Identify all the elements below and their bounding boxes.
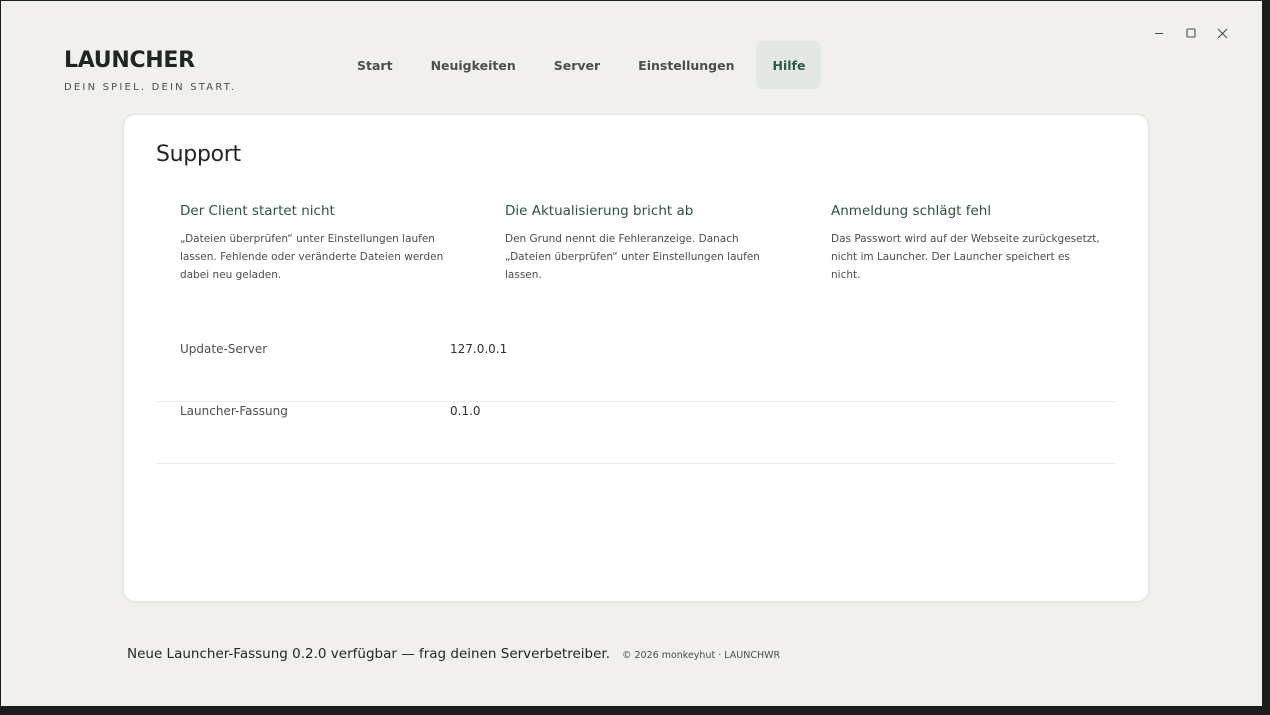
footer: Neue Launcher-Fassung 0.2.0 verfügbar — … (127, 646, 780, 662)
faq-item: Die Aktualisierung bricht ab Den Grund n… (505, 203, 775, 284)
tab-neuigkeiten[interactable]: Neuigkeiten (415, 41, 532, 89)
info-value: 127.0.0.1 (450, 342, 508, 356)
faq-item: Der Client startet nicht „Dateien überpr… (180, 203, 450, 284)
info-value: 0.1.0 (450, 404, 481, 418)
minimize-icon (1155, 33, 1163, 34)
support-card: Support Der Client startet nicht „Dateie… (123, 114, 1149, 602)
tab-server[interactable]: Server (538, 41, 616, 89)
minimize-button[interactable] (1148, 23, 1170, 43)
faq-question: Die Aktualisierung bricht ab (505, 203, 694, 219)
tab-start[interactable]: Start (341, 41, 409, 89)
info-label: Launcher-Fassung (180, 404, 288, 418)
faq-answer: Den Grund nennt die Fehleranzeige. Danac… (505, 233, 760, 281)
update-notice: Neue Launcher-Fassung 0.2.0 verfügbar — … (127, 646, 610, 662)
tab-einstellungen[interactable]: Einstellungen (622, 41, 750, 89)
close-icon (1217, 28, 1227, 38)
tab-hilfe[interactable]: Hilfe (756, 41, 822, 89)
page-title: Support (156, 142, 241, 167)
close-button[interactable] (1211, 23, 1233, 43)
brand: LAUNCHER DEIN SPIEL. DEIN START. (64, 47, 236, 93)
maximize-button[interactable] (1180, 23, 1202, 43)
info-row-update-server: Update-Server 127.0.0.1 (156, 339, 1116, 402)
faq-question: Der Client startet nicht (180, 203, 335, 219)
faq-question: Anmeldung schlägt fehl (831, 203, 992, 219)
faq-answer: Das Passwort wird auf der Webseite zurüc… (831, 233, 1100, 281)
app-title: LAUNCHER (64, 48, 195, 73)
copyright: © 2026 monkeyhut · LAUNCHWR (621, 650, 781, 661)
main-nav: Start Neuigkeiten Server Einstellungen H… (341, 41, 827, 89)
launcher-window: LAUNCHER DEIN SPIEL. DEIN START. Start N… (1, 1, 1262, 706)
app-tagline: DEIN SPIEL. DEIN START. (64, 82, 237, 93)
faq-item: Anmeldung schlägt fehl Das Passwort wird… (831, 203, 1101, 284)
info-row-launcher-version: Launcher-Fassung 0.1.0 (156, 401, 1116, 464)
faq-answer: „Dateien überprüfen“ unter Einstellungen… (180, 233, 444, 281)
info-label: Update-Server (180, 342, 268, 356)
maximize-icon (1186, 28, 1196, 38)
